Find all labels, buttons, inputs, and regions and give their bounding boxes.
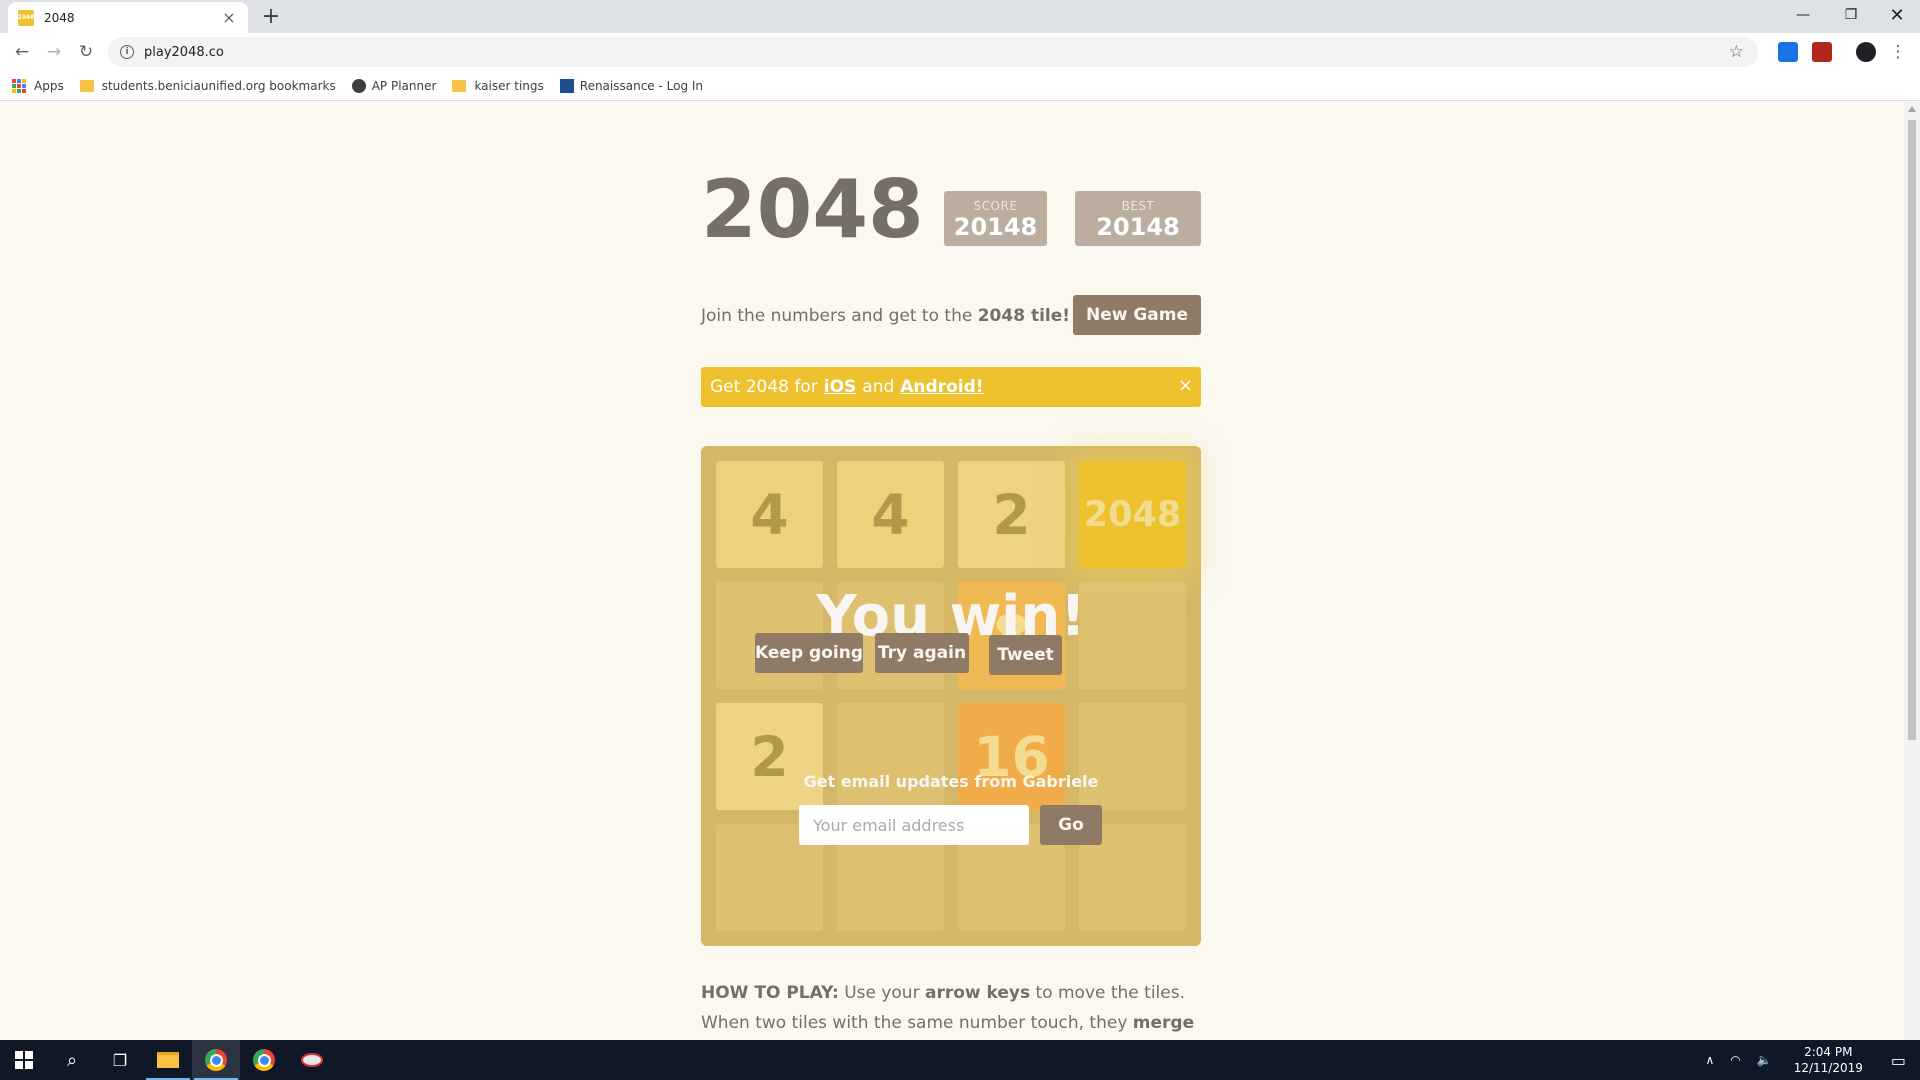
clock-date: 12/11/2019	[1793, 1061, 1863, 1075]
bookmark-label: kaiser tings	[474, 78, 544, 93]
bookmark-star-icon[interactable]: ☆	[1729, 42, 1744, 62]
howto-keys: arrow keys	[924, 983, 1031, 1003]
scroll-up-icon[interactable]	[1908, 106, 1916, 112]
extension-s-icon[interactable]	[1778, 42, 1798, 62]
email-updates-label: Get email updates from Gabriele	[803, 772, 1099, 791]
banner-and: and	[862, 377, 895, 397]
browser-toolbar: ← → ↻ i play2048.co ☆ ⋮	[0, 33, 1920, 71]
forward-icon[interactable]: →	[40, 38, 68, 66]
globe-icon	[351, 78, 366, 93]
app-banner: Get 2048 for iOS and Android! ×	[701, 367, 1201, 407]
howto-label: HOW TO PLAY:	[701, 983, 839, 1003]
new-game-button[interactable]: New Game	[1073, 295, 1201, 335]
windows-taskbar: ⌕ ❐ ∧ ◠ 🔈 2:04 PM 12/11/2019 ▭	[0, 1040, 1920, 1080]
score-box: SCORE 20148	[944, 191, 1047, 246]
best-box: BEST 20148	[1075, 191, 1201, 246]
tweet-button[interactable]: Tweet	[989, 635, 1062, 675]
bookmark-renaissance[interactable]: Renaissance - Log In	[559, 78, 704, 93]
clock[interactable]: 2:04 PM 12/11/2019	[1794, 1044, 1863, 1076]
network-icon[interactable]: ◠	[1730, 1053, 1740, 1067]
minimize-icon[interactable]: —	[1780, 0, 1826, 30]
tab-bar: 2048 2048 × + — ❐ ✕	[0, 0, 1920, 33]
keep-going-button[interactable]: Keep going	[755, 633, 863, 673]
bookmark-label: Apps	[34, 78, 64, 93]
score-label: SCORE	[973, 199, 1018, 213]
windows-logo-icon	[15, 1051, 33, 1069]
apps-icon	[12, 78, 26, 93]
tray-chevron-icon[interactable]: ∧	[1705, 1053, 1714, 1067]
search-icon[interactable]: ⌕	[48, 1040, 96, 1080]
restore-icon[interactable]: ❐	[1828, 0, 1874, 30]
ios-link[interactable]: iOS	[824, 377, 857, 397]
task-view-icon[interactable]: ❐	[96, 1040, 144, 1080]
try-again-button[interactable]: Try again	[875, 633, 969, 673]
how-to-play: HOW TO PLAY: Use your arrow keys to move…	[701, 978, 1201, 1040]
start-button[interactable]	[0, 1040, 48, 1080]
reload-icon[interactable]: ↻	[72, 38, 100, 66]
window-close-icon[interactable]: ✕	[1874, 0, 1920, 30]
extension-ublock-icon[interactable]	[1812, 42, 1832, 62]
system-tray: ∧ ◠ 🔈 2:04 PM 12/11/2019 ▭	[1697, 1040, 1920, 1080]
tab-close-icon[interactable]: ×	[220, 9, 238, 26]
bookmark-label: Renaissance - Log In	[579, 78, 704, 93]
chrome-taskbar-icon[interactable]	[192, 1040, 240, 1080]
clock-time: 2:04 PM	[1804, 1045, 1853, 1059]
info-icon[interactable]: i	[120, 45, 134, 59]
intro-prefix: Join the numbers and get to the	[701, 306, 973, 326]
best-value: 20148	[1096, 213, 1180, 241]
game-board: 44220488216 You win! Keep going Try agai…	[701, 446, 1201, 946]
bookmark-ap-planner[interactable]: AP Planner	[351, 78, 437, 93]
scroll-thumb[interactable]	[1908, 120, 1916, 740]
app-taskbar-icon[interactable]	[288, 1040, 336, 1080]
howto-text: Use your	[844, 983, 920, 1003]
banner-close-icon[interactable]: ×	[1178, 375, 1193, 396]
score-value: 20148	[953, 213, 1038, 241]
bookmark-apps[interactable]: Apps	[12, 78, 64, 93]
bookmark-students-folder[interactable]: students.beniciaunified.org bookmarks	[79, 78, 336, 93]
intro-bold: 2048 tile!	[977, 306, 1071, 326]
folder-icon	[79, 79, 94, 92]
tab-title: 2048	[44, 10, 75, 25]
email-input[interactable]: Your email address	[799, 805, 1029, 845]
notifications-icon[interactable]: ▭	[1891, 1051, 1906, 1070]
bookmarks-bar: Apps students.beniciaunified.org bookmar…	[0, 71, 1920, 101]
volume-muted-icon[interactable]: 🔈	[1757, 1053, 1772, 1067]
go-button[interactable]: Go	[1040, 805, 1102, 845]
renaissance-icon	[559, 78, 574, 93]
page-viewport: 2048 SCORE 20148 BEST 20148 Join the num…	[0, 102, 1904, 1040]
intro-text: Join the numbers and get to the 2048 til…	[701, 306, 1070, 326]
file-explorer-icon[interactable]	[144, 1040, 192, 1080]
bookmark-label: students.beniciaunified.org bookmarks	[101, 78, 336, 93]
browser-tab[interactable]: 2048 2048 ×	[8, 2, 248, 33]
win-overlay: You win! Keep going Try again Tweet Get …	[701, 446, 1201, 946]
url-text: play2048.co	[144, 44, 224, 60]
page-scrollbar[interactable]	[1904, 102, 1920, 1040]
game-title: 2048	[701, 163, 924, 256]
chrome-alt-taskbar-icon[interactable]	[240, 1040, 288, 1080]
address-bar[interactable]: i play2048.co ☆	[108, 37, 1758, 67]
new-tab-icon[interactable]: +	[258, 4, 284, 30]
best-label: BEST	[1121, 199, 1155, 213]
folder-icon	[452, 79, 467, 92]
android-link[interactable]: Android!	[900, 377, 983, 397]
2048-favicon-icon: 2048	[18, 9, 34, 26]
profile-avatar-icon[interactable]	[1856, 42, 1876, 62]
menu-kebab-icon[interactable]: ⋮	[1884, 38, 1912, 66]
bookmark-kaiser-folder[interactable]: kaiser tings	[452, 78, 544, 93]
banner-prefix: Get 2048 for	[710, 377, 818, 397]
bookmark-label: AP Planner	[371, 78, 437, 93]
back-icon[interactable]: ←	[8, 38, 36, 66]
